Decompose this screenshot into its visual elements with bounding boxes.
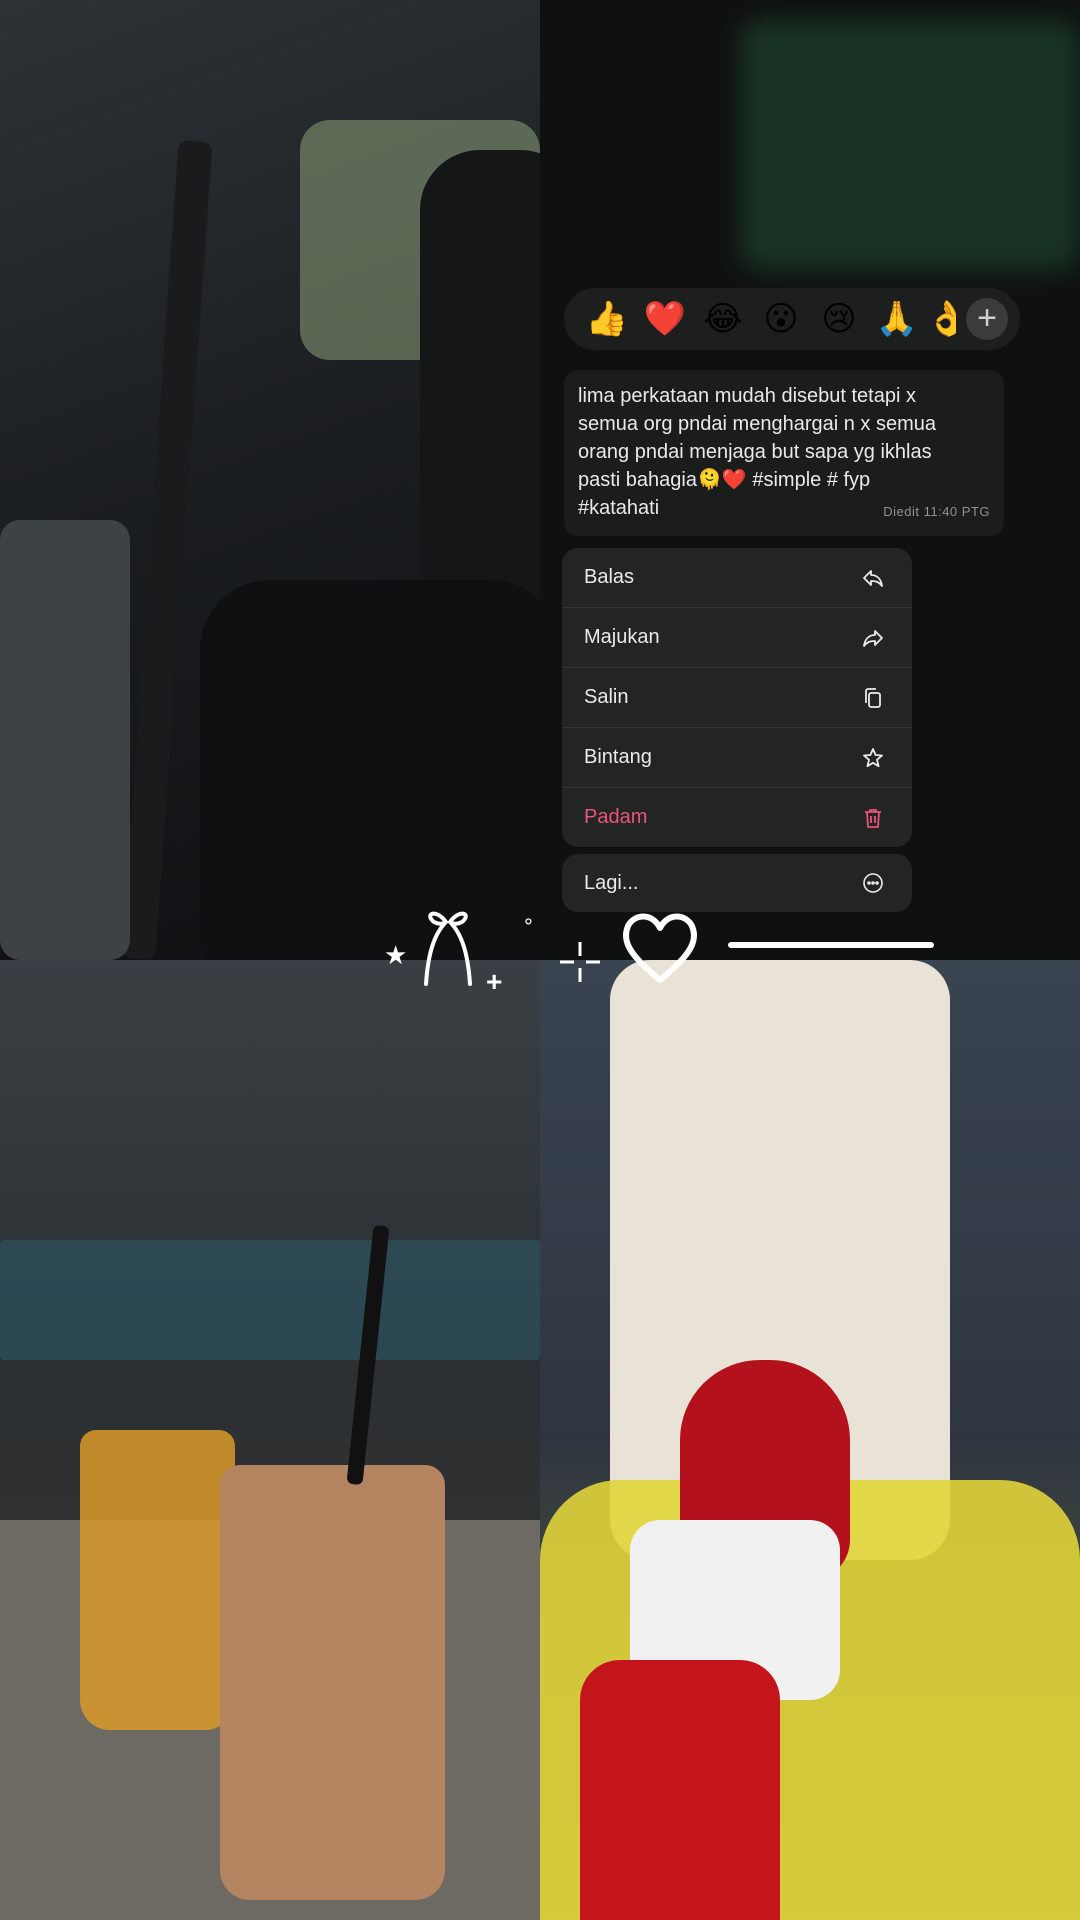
menu-item-star[interactable]: Bintang [562, 728, 912, 788]
seat-belt [121, 139, 213, 960]
menu-item-label: Salin [584, 686, 629, 708]
crosshair-doodle-icon [556, 938, 604, 991]
plus-icon: + [977, 299, 997, 337]
menu-item-label: Bintang [584, 746, 652, 768]
circle-doodle-icon: ° [524, 914, 533, 939]
menu-item-label: Lagi... [584, 871, 639, 894]
message-bubble[interactable]: lima perkataan mudah disebut tetapi x se… [564, 370, 1004, 536]
menu-item-reply[interactable]: Balas [562, 548, 912, 608]
copy-icon [860, 685, 886, 711]
plus-doodle-icon: + [486, 966, 503, 997]
reaction-bar: 👍 ❤️ 😂 😮 😢 🙏 👌 + [564, 288, 1020, 350]
seat-back [200, 580, 540, 960]
sparkle-star-icon: ★ [384, 940, 408, 970]
reaction-wow[interactable]: 😮 [752, 290, 810, 348]
photo-cafe-drinks [0, 960, 540, 1920]
home-indicator[interactable] [728, 942, 934, 948]
menu-item-forward[interactable]: Majukan [562, 608, 912, 668]
menu-item-more[interactable]: Lagi... [562, 854, 912, 912]
iced-coffee [220, 1465, 445, 1900]
photo-portrait [540, 960, 1080, 1920]
chat-screen: 👍 ❤️ 😂 😮 😢 🙏 👌 + lima perkataan mudah di… [540, 0, 1080, 960]
message-time: 11:40 PTG [923, 504, 990, 519]
cafe-window [0, 1240, 540, 1360]
add-reaction-button[interactable]: + [966, 298, 1008, 340]
context-menu: Balas Majukan Salin Bintang Padam [562, 548, 912, 847]
message-meta: Diedit 11:40 PTG [883, 498, 990, 526]
blurred-header [740, 20, 1080, 270]
reaction-pray[interactable]: 🙏 [868, 290, 926, 348]
more-icon [860, 870, 886, 896]
trash-icon [860, 805, 886, 831]
reaction-laugh[interactable]: 😂 [694, 290, 752, 348]
door-panel [0, 520, 130, 960]
reaction-heart[interactable]: ❤️ [636, 290, 694, 348]
bow-doodle-icon [416, 904, 480, 993]
edited-label: Diedit [883, 504, 920, 519]
orange-drink [80, 1430, 235, 1730]
forward-icon [860, 625, 886, 651]
red-skirt [580, 1660, 780, 1920]
menu-item-copy[interactable]: Salin [562, 668, 912, 728]
seat-headrest [420, 150, 540, 630]
reply-icon [860, 565, 886, 591]
menu-item-label: Balas [584, 566, 635, 588]
photo-car-interior [0, 0, 540, 960]
menu-item-label: Padam [584, 806, 648, 828]
star-icon [860, 745, 886, 771]
reaction-sad[interactable]: 😢 [810, 290, 868, 348]
reaction-thumbs-up[interactable]: 👍 [578, 290, 636, 348]
reaction-ok[interactable]: 👌 [926, 290, 956, 348]
heart-doodle-icon [618, 904, 702, 993]
menu-item-label: Majukan [584, 626, 660, 648]
menu-item-delete[interactable]: Padam [562, 788, 912, 847]
